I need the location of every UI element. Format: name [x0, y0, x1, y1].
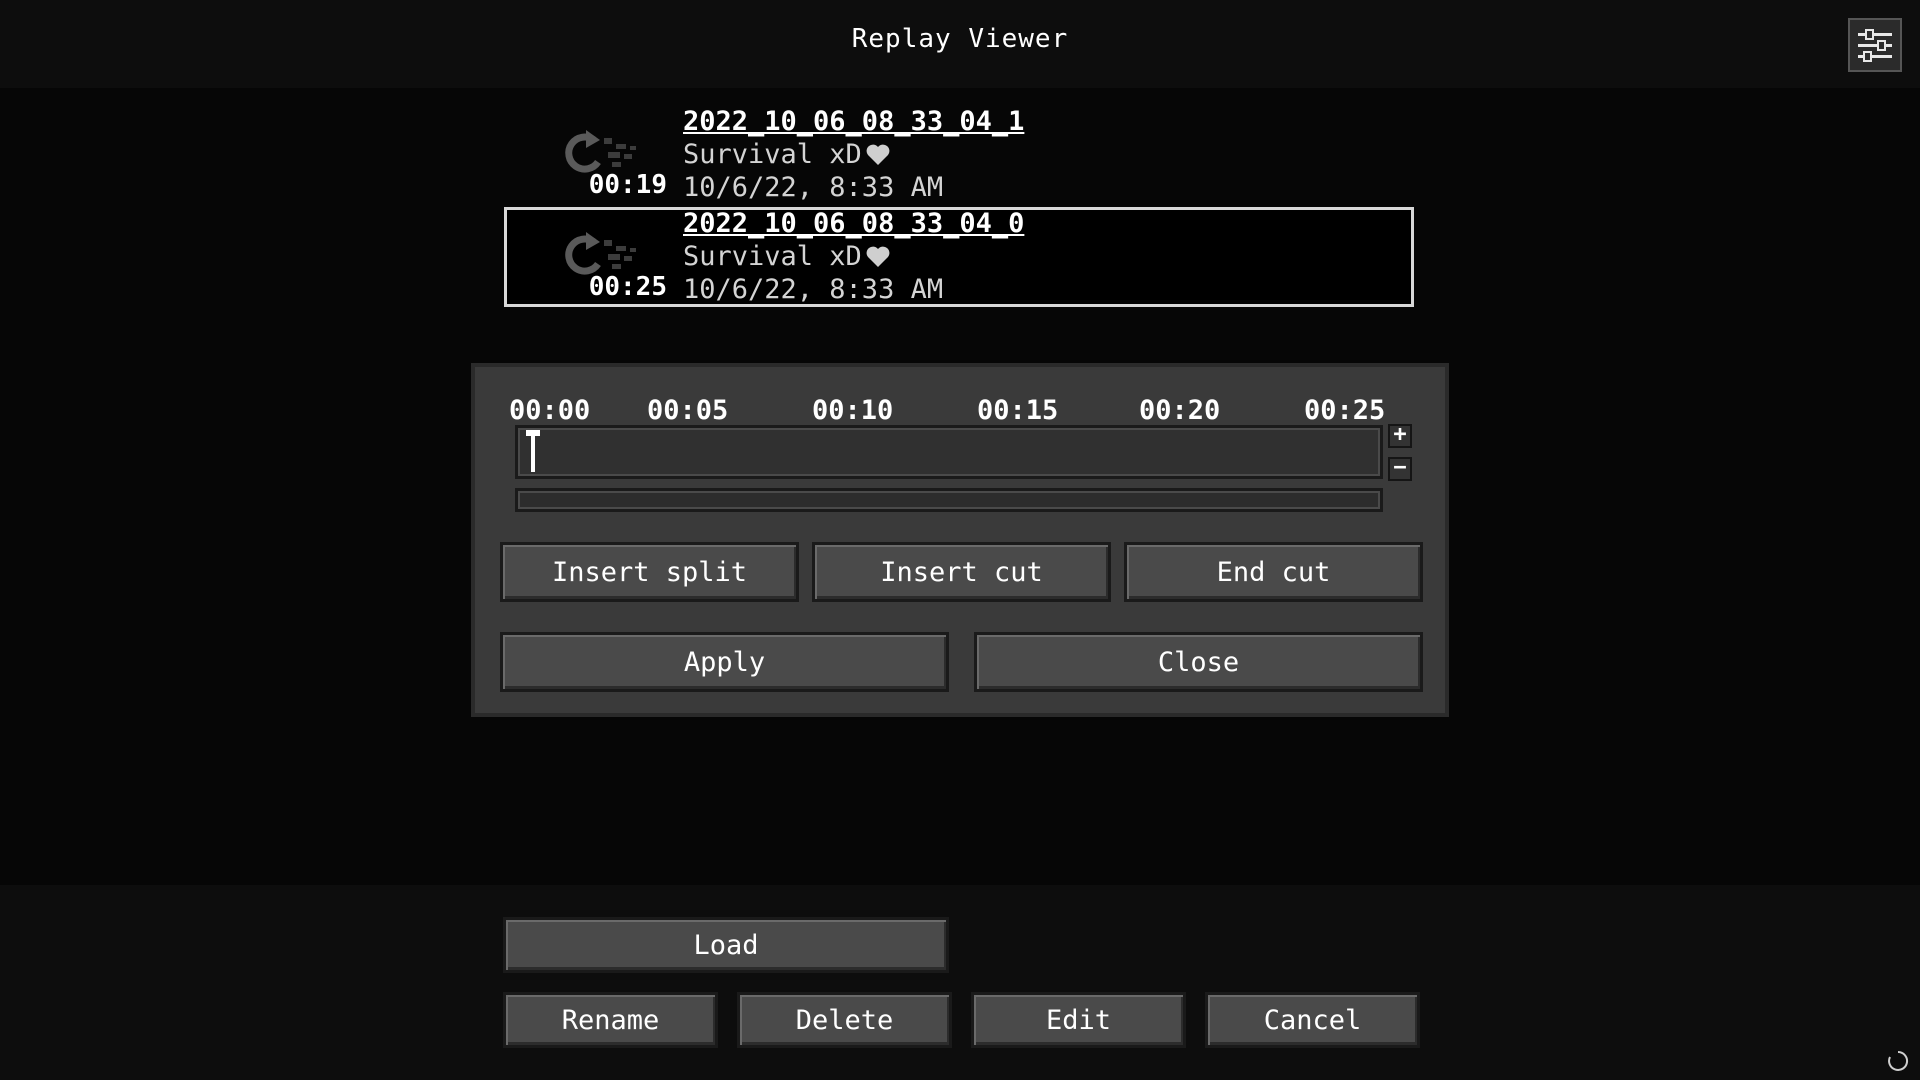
timeline-tick-label: 00:05: [647, 395, 729, 426]
replay-duration: 00:25: [588, 272, 667, 302]
apply-button[interactable]: Apply: [500, 632, 949, 692]
load-button[interactable]: Load: [503, 917, 949, 973]
delete-button[interactable]: Delete: [737, 992, 952, 1048]
timeline-tick-label: 00:00: [509, 395, 591, 426]
cancel-button[interactable]: Cancel: [1205, 992, 1420, 1048]
page-title: Replay Viewer: [851, 24, 1069, 54]
timeline-scrollbar[interactable]: [515, 488, 1383, 512]
edit-button[interactable]: Edit: [971, 992, 1186, 1048]
heart-icon: [866, 246, 890, 267]
sliders-icon: [1858, 29, 1892, 62]
replay-world: Survival xD: [683, 241, 862, 272]
replay-name: 2022_10_06_08_33_04_1: [683, 106, 1025, 137]
heart-icon: [866, 144, 890, 165]
timeline-tick-label: 00:15: [977, 395, 1059, 426]
insert-cut-button[interactable]: Insert cut: [812, 542, 1111, 602]
loading-icon: [1888, 1050, 1909, 1071]
end-cut-button[interactable]: End cut: [1124, 542, 1423, 602]
timeline-tick-label: 00:20: [1139, 395, 1221, 426]
timeline-tick-label: 00:10: [812, 395, 894, 426]
timeline-tick-label: 00:25: [1304, 395, 1386, 426]
zoom-out-button[interactable]: −: [1388, 457, 1412, 481]
timeline-track[interactable]: [515, 425, 1383, 479]
zoom-in-button[interactable]: +: [1388, 424, 1412, 448]
replay-date: 10/6/22, 8:33 AM: [683, 274, 944, 305]
rename-button[interactable]: Rename: [503, 992, 718, 1048]
replay-date: 10/6/22, 8:33 AM: [683, 172, 944, 203]
insert-split-button[interactable]: Insert split: [500, 542, 799, 602]
replay-editor-panel: 00:00 00:05 00:10 00:15 00:20 00:25 + − …: [471, 363, 1449, 717]
replay-name: 2022_10_06_08_33_04_0: [683, 208, 1025, 239]
settings-button[interactable]: [1848, 18, 1902, 72]
replay-duration: 00:19: [588, 170, 667, 200]
replay-world: Survival xD: [683, 139, 862, 170]
close-button[interactable]: Close: [974, 632, 1423, 692]
footer-bar: [0, 885, 1920, 1080]
timeline-cursor-handle[interactable]: [526, 430, 540, 472]
